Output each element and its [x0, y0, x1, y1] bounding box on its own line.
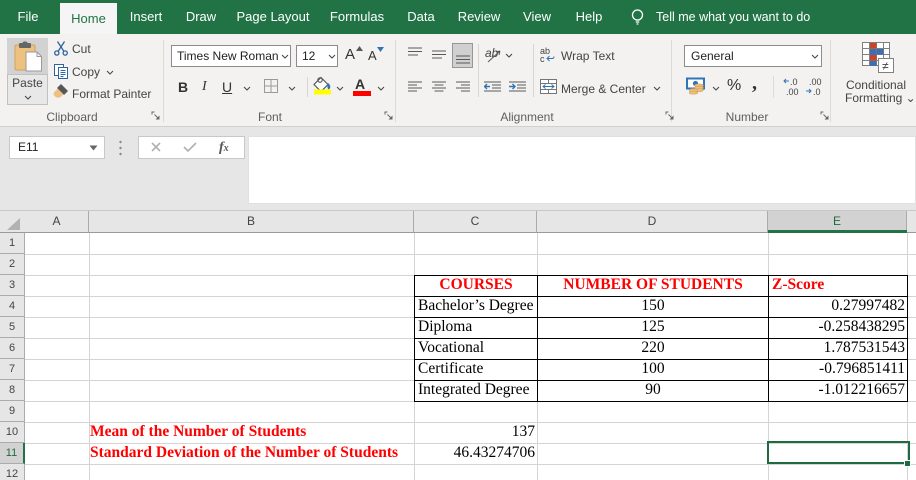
- svg-text:.0: .0: [790, 77, 798, 87]
- svg-text:≠: ≠: [882, 59, 889, 73]
- svg-text:c: c: [540, 54, 545, 63]
- svg-text:.0: .0: [813, 87, 821, 96]
- svg-text:.00: .00: [786, 87, 799, 96]
- svg-text:.00: .00: [809, 77, 822, 87]
